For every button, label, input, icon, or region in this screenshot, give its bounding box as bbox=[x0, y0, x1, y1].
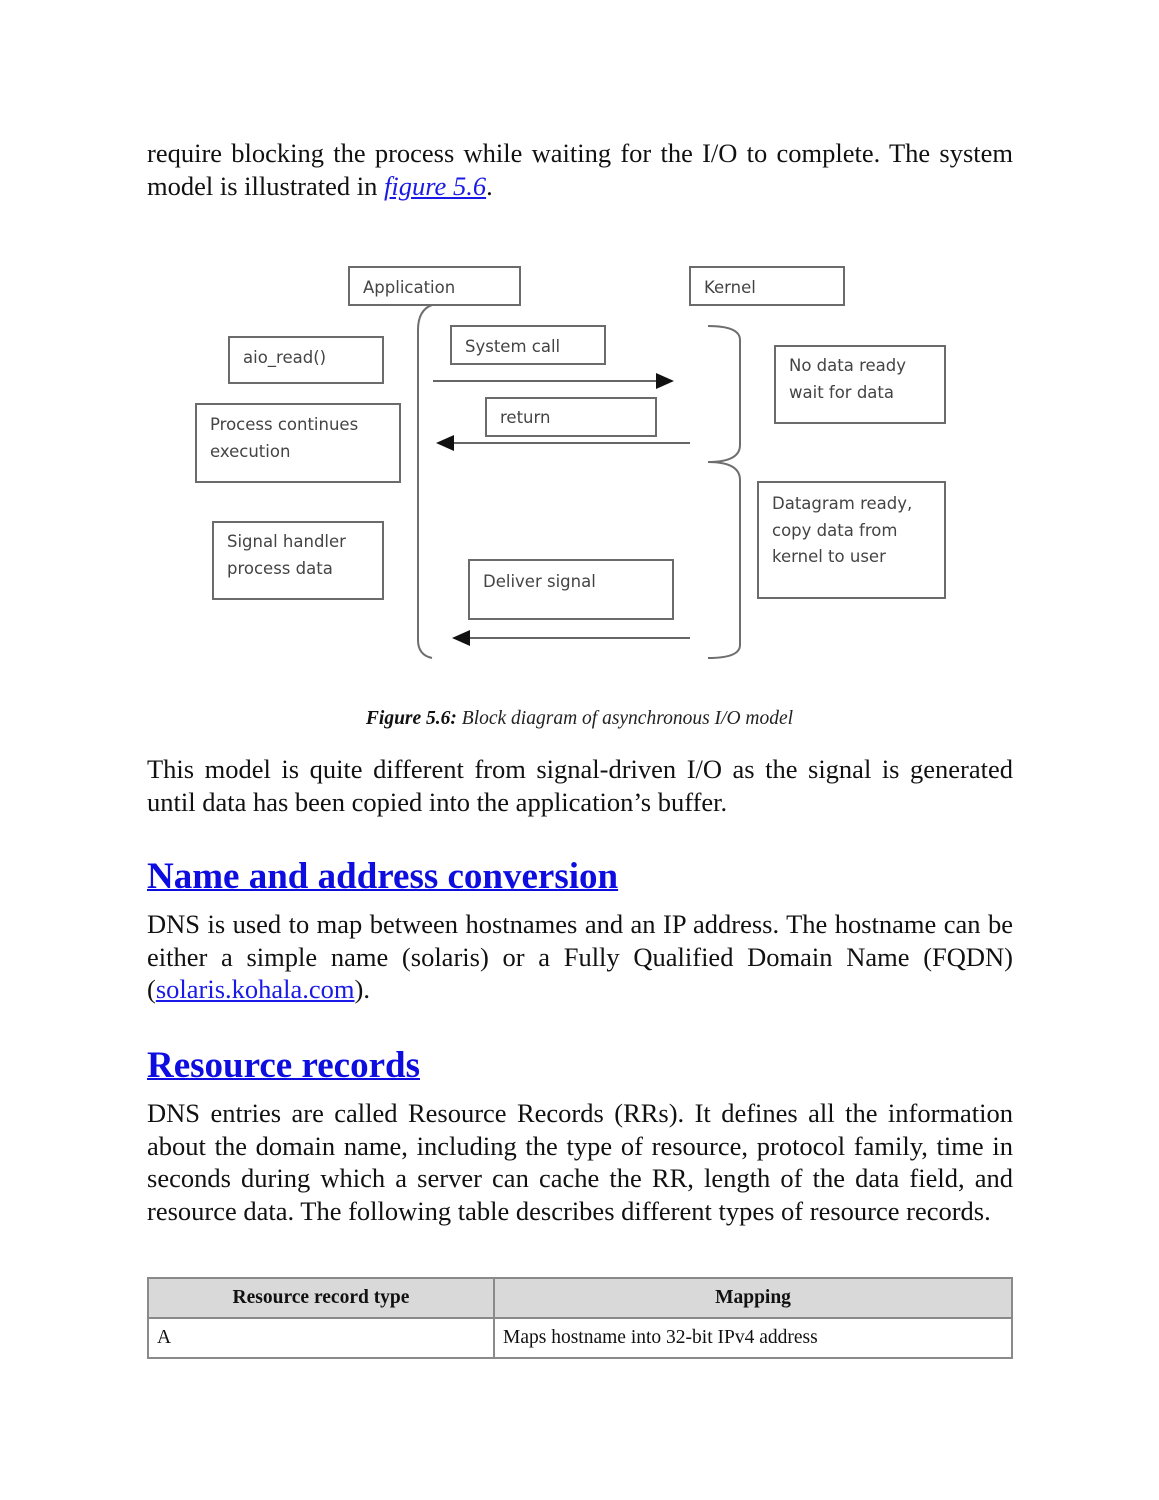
cell-mapping: Maps hostname into 32-bit IPv4 address bbox=[493, 1317, 1013, 1359]
figure-caption-label: Figure 5.6: bbox=[365, 708, 457, 729]
datagram-ready-box: Datagram ready, copy data from kernel to… bbox=[757, 481, 946, 599]
application-label: Application bbox=[363, 278, 455, 297]
resource-record-table: Resource record type Mapping A Maps host… bbox=[147, 1277, 1013, 1359]
aio-read-box: aio_read() bbox=[228, 336, 384, 384]
deliver-signal-box: Deliver signal bbox=[468, 559, 674, 620]
no-data-ready-box: No data ready wait for data bbox=[774, 345, 946, 424]
column-header-mapping: Mapping bbox=[493, 1277, 1013, 1319]
kernel-box: Kernel bbox=[689, 266, 845, 306]
kernel-label: Kernel bbox=[704, 278, 756, 297]
figure-caption: Figure 5.6: Block diagram of asynchronou… bbox=[0, 708, 1159, 730]
kernel-phases-brace bbox=[707, 325, 741, 659]
return-box: return bbox=[485, 397, 657, 437]
application-box: Application bbox=[348, 266, 521, 306]
figure-caption-text: Block diagram of asynchronous I/O model bbox=[456, 708, 794, 729]
deliver-signal-label: Deliver signal bbox=[483, 572, 596, 591]
cell-record-type: A bbox=[147, 1317, 495, 1359]
no-data-line-2: wait for data bbox=[789, 383, 894, 402]
signal-handler-box: Signal handler process data bbox=[212, 521, 384, 600]
after-figure-paragraph: This model is quite different from signa… bbox=[147, 754, 1013, 817]
process-continues-line-2: execution bbox=[210, 442, 290, 461]
process-continues-box: Process continues execution bbox=[195, 403, 401, 483]
system-call-box: System call bbox=[450, 325, 606, 365]
name-address-paragraph: DNS is used to map between hostnames and… bbox=[147, 908, 1013, 1006]
datagram-ready-line-2: copy data from bbox=[772, 521, 897, 540]
table-header-row: Resource record type Mapping bbox=[147, 1277, 1013, 1319]
datagram-ready-line-3: kernel to user bbox=[772, 547, 886, 566]
process-continues-line-1: Process continues bbox=[210, 415, 358, 434]
return-label: return bbox=[500, 408, 550, 427]
application-timeline-bracket bbox=[417, 304, 433, 659]
table-row: A Maps hostname into 32-bit IPv4 address bbox=[147, 1317, 1013, 1359]
name-address-text-end: ). bbox=[354, 974, 370, 1005]
async-io-diagram: Application Kernel aio_read() Process co… bbox=[195, 266, 946, 659]
fqdn-link[interactable]: solaris.kohala.com bbox=[156, 974, 355, 1004]
section-heading-resource-records[interactable]: Resource records bbox=[147, 1044, 420, 1088]
datagram-ready-line-1: Datagram ready, bbox=[772, 494, 912, 513]
section-heading-name-address[interactable]: Name and address conversion bbox=[147, 855, 618, 899]
column-header-type: Resource record type bbox=[147, 1277, 495, 1319]
system-call-label: System call bbox=[465, 337, 560, 356]
resource-records-paragraph: DNS entries are called Resource Records … bbox=[147, 1098, 1013, 1227]
no-data-line-1: No data ready bbox=[789, 356, 906, 375]
signal-handler-line-2: process data bbox=[227, 559, 333, 578]
signal-handler-line-1: Signal handler bbox=[227, 532, 346, 551]
aio-read-label: aio_read() bbox=[243, 348, 326, 368]
